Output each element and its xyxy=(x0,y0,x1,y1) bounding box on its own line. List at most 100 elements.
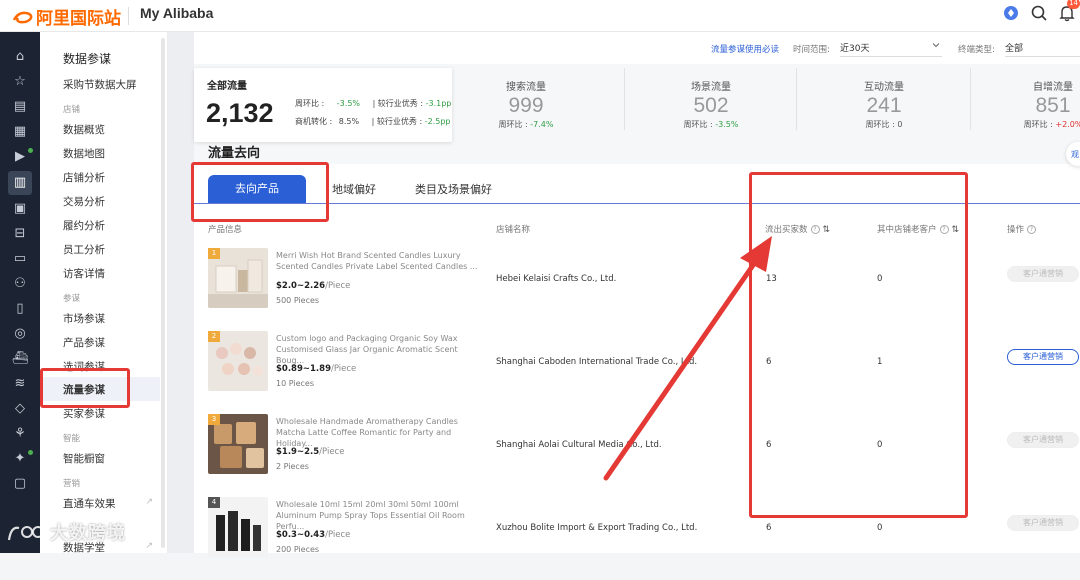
sidebar-scrollbar[interactable] xyxy=(161,38,165,548)
product-title[interactable]: Merri Wish Hot Brand Scented Candles Lux… xyxy=(276,250,486,272)
globe-icon[interactable]: ◎ xyxy=(11,325,29,343)
home-icon[interactable]: ⌂ xyxy=(11,48,29,66)
search-icon[interactable] xyxy=(1030,4,1048,22)
sidebar-item-promo-screen[interactable]: 采购节数据大屏 xyxy=(63,77,137,92)
guide-link[interactable]: 流量参谋使用必读 xyxy=(711,43,779,55)
sidebar-item-overview[interactable]: 数据概览 xyxy=(63,122,105,137)
clipboard-icon[interactable]: ▯ xyxy=(11,300,29,318)
product-moq: 500 Pieces xyxy=(276,296,320,305)
price-unit: /Piece xyxy=(325,281,351,291)
notification-badge: 14 xyxy=(1067,0,1080,9)
sidebar-item-store-analysis[interactable]: 店铺分析 xyxy=(63,170,105,185)
users-icon[interactable]: ⚇ xyxy=(11,275,29,293)
sidebar-item-trade-analysis[interactable]: 交易分析 xyxy=(63,194,105,209)
sparkle-icon[interactable]: ✦ xyxy=(11,450,29,468)
conversion-industry-label: | 较行业优秀 : xyxy=(371,117,423,126)
conversion-line: 商机转化 : 8.5% | 较行业优秀 : -2.5pp xyxy=(295,116,450,127)
annotation-box-menu xyxy=(40,368,130,408)
annotation-box-columns xyxy=(749,172,968,518)
box-icon[interactable]: ▢ xyxy=(11,475,29,493)
sidebar-item-smart-window[interactable]: 智能橱窗 xyxy=(63,451,105,466)
divider xyxy=(128,7,129,25)
stat-sub-value: +2.0% xyxy=(1055,120,1080,129)
product-title[interactable]: Wholesale Handmade Aromatherapy Candles … xyxy=(276,416,486,449)
shield-icon[interactable]: ◇ xyxy=(11,400,29,418)
sidebar-item-product[interactable]: 产品参谋 xyxy=(63,335,105,350)
watermark-logo xyxy=(7,526,44,541)
calendar-icon[interactable]: ▦ xyxy=(11,123,29,141)
customer-marketing-button[interactable]: 客户通营销 xyxy=(1007,266,1079,282)
customer-marketing-button[interactable]: 客户通营销 xyxy=(1007,349,1079,365)
buyers-count: 6 xyxy=(766,523,772,533)
notification-button[interactable]: 14 xyxy=(1056,0,1080,28)
product-title[interactable]: Wholesale 10ml 15ml 20ml 30ml 50ml 100ml… xyxy=(276,499,486,532)
time-range-select[interactable]: 近30天 xyxy=(840,39,942,57)
customer-marketing-button[interactable]: 客户通营销 xyxy=(1007,432,1079,448)
divider xyxy=(624,68,625,130)
filter-bar: 流量参谋使用必读 时间范围: 近30天 终端类型: 全部 xyxy=(194,32,1080,64)
device-type-select[interactable]: 全部 xyxy=(1005,39,1080,57)
device-type-label: 终端类型: xyxy=(958,45,995,55)
sidebar-item-buyer[interactable]: 买家参谋 xyxy=(63,406,105,421)
external-link-icon: ↗ xyxy=(145,541,153,551)
status-dot xyxy=(28,148,33,153)
document-icon[interactable]: ▣ xyxy=(11,200,29,218)
product-moq: 10 Pieces xyxy=(276,379,315,388)
stat-sub-label: 周环比 : xyxy=(865,120,895,129)
price-unit: /Piece xyxy=(319,447,345,457)
chart-icon[interactable]: ▥ xyxy=(8,171,32,195)
wow-line: 周环比 : -3.5% | 较行业优秀 : -3.1pp xyxy=(295,98,451,109)
my-alibaba-title: My Alibaba xyxy=(140,5,214,21)
customer-marketing-button[interactable]: 客户通营销 xyxy=(1007,515,1079,531)
sidebar-item-p4p[interactable]: 直通车效果 xyxy=(63,496,116,511)
stat-scene-traffic[interactable]: 场景流量 502 周环比 : -3.5% xyxy=(626,68,796,132)
stat-interaction-traffic[interactable]: 互动流量 241 周环比 : 0 xyxy=(799,68,969,132)
stat-self-traffic[interactable]: 自增流量 851 周环比 : +2.0% xyxy=(972,68,1080,132)
product-title[interactable]: Custom logo and Packaging Organic Soy Wa… xyxy=(276,333,486,366)
stat-label: 搜索流量 xyxy=(506,82,546,93)
price-unit: /Piece xyxy=(330,364,357,374)
stat-label: 互动流量 xyxy=(864,82,904,93)
help-icon[interactable]: ? xyxy=(1027,225,1037,234)
sidebar-item-visitors[interactable]: 访客详情 xyxy=(63,266,105,281)
divider xyxy=(970,68,971,130)
sidebar-item-data-map[interactable]: 数据地图 xyxy=(63,146,105,161)
conversion-value: 8.5% xyxy=(338,117,360,126)
star-icon[interactable]: ☆ xyxy=(11,73,29,91)
stat-search-traffic[interactable]: 搜索流量 999 周环比 : -7.4% xyxy=(441,68,611,132)
annotation-box-tab xyxy=(191,162,329,222)
message-icon[interactable]: ▭ xyxy=(11,250,29,268)
column-header-action: 操作? xyxy=(1007,223,1037,235)
rank-badge: 2 xyxy=(208,331,220,342)
device-type-value: 全部 xyxy=(1005,44,1024,54)
sidebar-item-staff[interactable]: 员工分析 xyxy=(63,242,105,257)
price-value: $1.9~2.5 xyxy=(276,447,320,457)
alibaba-logo[interactable]: 阿里国际站 xyxy=(12,4,121,29)
store-icon[interactable]: ▤ xyxy=(11,98,29,116)
alibaba-logo-icon xyxy=(12,11,33,23)
stat-sub-label: 周环比 : xyxy=(1023,120,1053,129)
store-name: Hebei Kelaisi Crafts Co., Ltd. xyxy=(496,274,617,284)
tab-region-preference[interactable]: 地域偏好 xyxy=(332,181,376,197)
plant-icon[interactable]: ⚘ xyxy=(11,425,29,443)
store-name: Shanghai Caboden International Trade Co.… xyxy=(496,357,698,367)
stat-sub: 周环比 : -3.5% xyxy=(626,119,796,130)
sidebar-menu: 数据参谋 采购节数据大屏 店铺 数据概览 数据地图 店铺分析 交易分析 履约分析… xyxy=(40,32,168,554)
sidebar-item-market[interactable]: 市场参谋 xyxy=(63,311,105,326)
stat-sub-value: 0 xyxy=(897,120,903,129)
ship-icon[interactable]: ⛴ xyxy=(11,350,29,368)
ticket-icon[interactable]: ⊟ xyxy=(11,225,29,243)
video-icon[interactable]: ▶ xyxy=(11,148,29,166)
stat-label: 场景流量 xyxy=(691,82,731,93)
old-customers-count: 0 xyxy=(877,523,883,533)
coins-icon[interactable]: ≋ xyxy=(11,375,29,393)
product-moq: 2 Pieces xyxy=(276,462,309,471)
total-traffic-card[interactable]: 全部流量 2,132 周环比 : -3.5% | 较行业优秀 : -3.1pp … xyxy=(194,68,452,142)
sidebar-item-fulfillment[interactable]: 履约分析 xyxy=(63,218,105,233)
price-value: $0.3~0.43 xyxy=(276,530,326,540)
tab-category-scene-preference[interactable]: 类目及场景偏好 xyxy=(415,181,492,197)
chevron-down-icon xyxy=(932,43,940,48)
assistant-icon[interactable] xyxy=(1002,4,1020,22)
status-dot xyxy=(28,450,33,455)
total-traffic-label: 全部流量 xyxy=(207,81,247,92)
